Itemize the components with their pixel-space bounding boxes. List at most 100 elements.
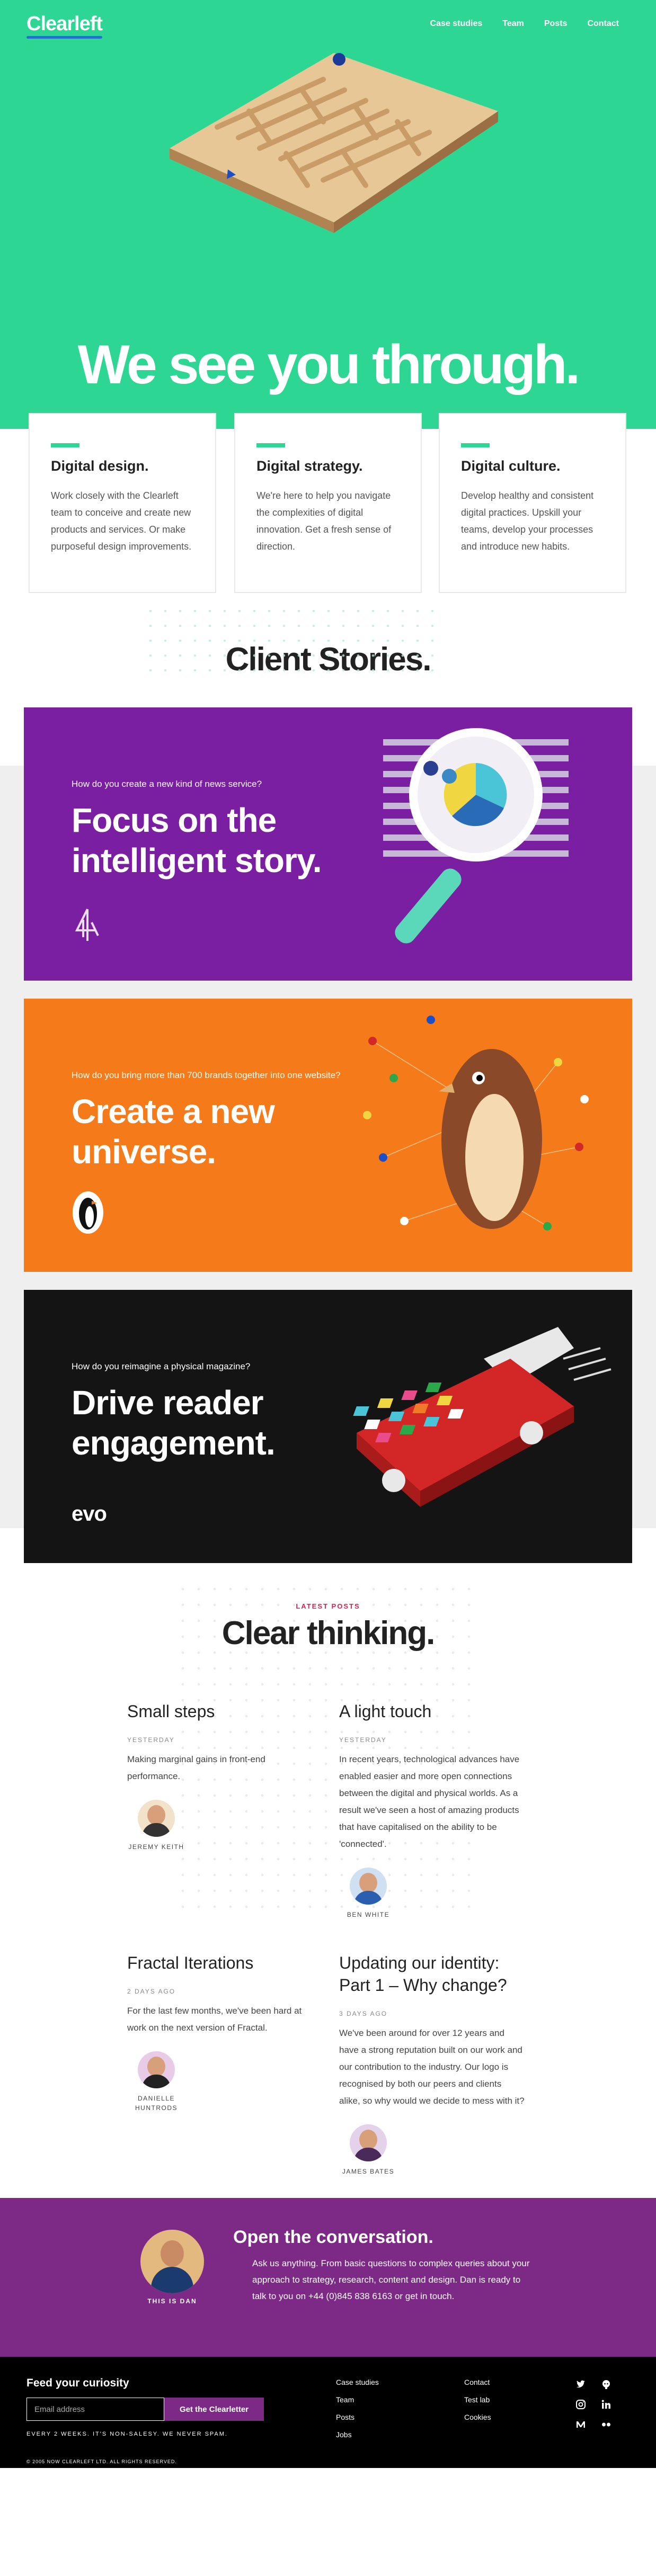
footer-links-secondary: Contact Test lab Cookies bbox=[464, 2378, 491, 2430]
twitter-icon[interactable] bbox=[575, 2379, 586, 2390]
blog-heading: Clear thinking. bbox=[221, 1615, 436, 1651]
footer-link-cookies[interactable]: Cookies bbox=[464, 2413, 491, 2421]
service-text: We're here to help you navigate the comp… bbox=[256, 490, 392, 552]
post-author: JEREMY KEITH bbox=[127, 1800, 185, 1852]
footer-link-case-studies[interactable]: Case studies bbox=[336, 2378, 379, 2386]
magnifier-illustration bbox=[383, 728, 569, 944]
author-name: JEREMY KEITH bbox=[128, 1843, 184, 1851]
top-nav: Clearleft Case studies Team Posts Contac… bbox=[0, 0, 656, 48]
post-date: 3 DAYS AGO bbox=[339, 2010, 388, 2017]
avatar bbox=[350, 2124, 387, 2161]
email-field[interactable] bbox=[26, 2398, 164, 2421]
service-card-design[interactable]: Digital design. Work closely with the Cl… bbox=[29, 413, 216, 593]
post-summary: In recent years, technological advances … bbox=[339, 1754, 520, 1849]
service-title: Digital culture. bbox=[461, 458, 561, 474]
channel4-logo bbox=[75, 909, 99, 941]
footer-link-contact[interactable]: Contact bbox=[464, 2378, 491, 2386]
service-text: Work closely with the Clearleft team to … bbox=[51, 490, 192, 552]
newsletter-note: EVERY 2 WEEKS. IT'S NON-SALESY. WE NEVER… bbox=[26, 2431, 228, 2437]
hero-title: We see you through. bbox=[77, 334, 581, 396]
footer-link-team[interactable]: Team bbox=[336, 2395, 379, 2404]
toy-car-illustration bbox=[353, 1327, 611, 1507]
footer-link-test-lab[interactable]: Test lab bbox=[464, 2395, 491, 2404]
nav-contact[interactable]: Contact bbox=[587, 19, 619, 29]
post-card[interactable]: Small steps YESTERDAY Making marginal ga… bbox=[127, 1700, 313, 1852]
avatar bbox=[138, 2051, 175, 2088]
service-title: Digital design. bbox=[51, 458, 149, 474]
nav-team[interactable]: Team bbox=[502, 19, 524, 29]
flickr-icon[interactable] bbox=[601, 2419, 611, 2430]
accent-bar bbox=[256, 443, 285, 447]
post-summary: We've been around for over 12 years and … bbox=[339, 2028, 525, 2106]
post-card[interactable]: Fractal Iterations 2 DAYS AGO For the la… bbox=[127, 1952, 313, 2113]
story-title: Focus on the intelligent story. bbox=[72, 801, 322, 879]
avatar bbox=[138, 1800, 175, 1837]
linkedin-icon[interactable] bbox=[601, 2399, 611, 2410]
service-title: Digital strategy. bbox=[256, 458, 363, 474]
github-icon[interactable] bbox=[601, 2379, 611, 2390]
contact-heading: Open the conversation. bbox=[233, 2227, 433, 2247]
accent-bar bbox=[461, 443, 490, 447]
accent-bar bbox=[51, 443, 79, 447]
nav-case-studies[interactable]: Case studies bbox=[430, 19, 483, 29]
post-date: YESTERDAY bbox=[127, 1736, 175, 1744]
client-stories: How do you create a new kind of news ser… bbox=[0, 707, 656, 1563]
post-author: BEN WHITE bbox=[339, 1868, 397, 1919]
penguin-pins-illustration bbox=[363, 1016, 589, 1231]
story-card-evo[interactable]: How do you reimagine a physical magazine… bbox=[24, 1290, 632, 1563]
post-card[interactable]: Updating our identity: Part 1 – Why chan… bbox=[339, 1952, 525, 2176]
story-question: How do you bring more than 700 brands to… bbox=[72, 1070, 341, 1080]
footer: Feed your curiosity Get the Clearletter … bbox=[0, 2357, 656, 2468]
story-question: How do you reimagine a physical magazine… bbox=[72, 1361, 251, 1371]
contact-person-name: THIS IS DAN bbox=[147, 2297, 197, 2305]
latest-posts: LATEST POSTS Clear thinking. Small steps… bbox=[0, 1581, 656, 2198]
story-card-penguin[interactable]: How do you bring more than 700 brands to… bbox=[24, 999, 632, 1272]
avatar bbox=[140, 2230, 204, 2293]
service-card-culture[interactable]: Digital culture. Develop healthy and con… bbox=[439, 413, 626, 593]
logo-underline bbox=[26, 35, 103, 39]
post-summary: Making marginal gains in front-end perfo… bbox=[127, 1754, 265, 1781]
author-name: DANIELLE HUNTRODS bbox=[135, 2095, 178, 2112]
story-question: How do you create a new kind of news ser… bbox=[72, 779, 262, 789]
contact-text: Ask us anything. From basic questions to… bbox=[252, 2258, 530, 2301]
hero: Clearleft Case studies Team Posts Contac… bbox=[0, 0, 656, 429]
main-nav: Case studies Team Posts Contact bbox=[430, 19, 619, 29]
author-name: BEN WHITE bbox=[347, 1911, 390, 1918]
post-title[interactable]: Updating our identity: Part 1 – Why chan… bbox=[339, 1952, 525, 1996]
post-date: YESTERDAY bbox=[339, 1736, 387, 1744]
footer-link-posts[interactable]: Posts bbox=[336, 2413, 379, 2421]
post-author: JAMES BATES bbox=[339, 2124, 397, 2176]
nav-posts[interactable]: Posts bbox=[544, 19, 568, 29]
social-links bbox=[575, 2379, 613, 2430]
maze-illustration bbox=[170, 53, 498, 233]
instagram-icon[interactable] bbox=[575, 2399, 586, 2410]
post-title[interactable]: A light touch bbox=[339, 1700, 525, 1722]
penguin-logo bbox=[73, 1191, 103, 1234]
services-section: Digital design. Work closely with the Cl… bbox=[0, 413, 656, 683]
avatar bbox=[350, 1868, 387, 1905]
evo-logo: evo bbox=[72, 1502, 107, 1525]
newsletter-heading: Feed your curiosity bbox=[26, 2377, 129, 2389]
contact-section: THIS IS DAN Open the conversation. Ask u… bbox=[0, 2198, 656, 2357]
post-card[interactable]: A light touch YESTERDAY In recent years,… bbox=[339, 1700, 525, 1919]
subscribe-button[interactable]: Get the Clearletter bbox=[164, 2398, 264, 2421]
story-title: Create a new universe. bbox=[72, 1092, 275, 1171]
post-title[interactable]: Fractal Iterations bbox=[127, 1952, 313, 1974]
clearleft-logo[interactable]: Clearleft bbox=[26, 13, 103, 39]
post-date: 2 DAYS AGO bbox=[127, 1988, 176, 1995]
post-summary: For the last few months, we've been hard… bbox=[127, 2006, 302, 2033]
post-title[interactable]: Small steps bbox=[127, 1700, 313, 1722]
post-author: DANIELLE HUNTRODS bbox=[127, 2051, 185, 2113]
story-title: Drive reader engagement. bbox=[72, 1384, 276, 1462]
latest-posts-label: LATEST POSTS bbox=[296, 1602, 360, 1610]
service-text: Develop healthy and consistent digital p… bbox=[461, 490, 594, 552]
story-card-channel4[interactable]: How do you create a new kind of news ser… bbox=[24, 707, 632, 981]
footer-link-jobs[interactable]: Jobs bbox=[336, 2430, 379, 2439]
contact-person: THIS IS DAN bbox=[140, 2230, 204, 2305]
copyright: © 2005 NOW CLEARLEFT LTD. ALL RIGHTS RES… bbox=[26, 2459, 177, 2464]
service-card-strategy[interactable]: Digital strategy. We're here to help you… bbox=[234, 413, 422, 593]
medium-icon[interactable] bbox=[575, 2419, 586, 2430]
dot-pattern bbox=[143, 604, 440, 683]
author-name: JAMES BATES bbox=[342, 2168, 395, 2175]
footer-links-primary: Case studies Team Posts Jobs bbox=[336, 2378, 379, 2448]
